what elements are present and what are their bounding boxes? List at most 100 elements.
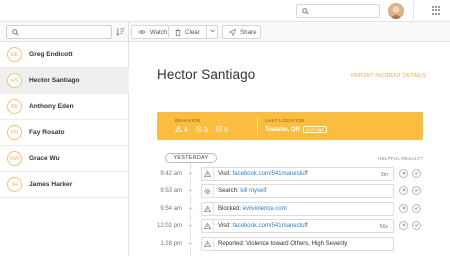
divider — [413, 0, 414, 22]
flag-icon — [216, 126, 222, 134]
apps-grid-icon[interactable] — [432, 6, 441, 15]
timeline-event: 1:28 pm + Reported: Violence toward Othe… — [130, 237, 450, 253]
not-helpful-button[interactable] — [399, 186, 408, 195]
avatar: FR — [7, 125, 22, 140]
flag-count: 9 — [216, 126, 228, 134]
block-count-value: 3 — [203, 126, 208, 134]
person-name: James Harker — [29, 181, 73, 188]
feedback-actions — [399, 186, 421, 195]
watch-button[interactable]: Watch — [131, 25, 169, 39]
close-icon — [401, 187, 406, 194]
page-title: Hector Santiago — [157, 67, 256, 82]
helpful-button[interactable] — [412, 169, 421, 178]
person-name: Grace Wu — [29, 155, 60, 162]
event-duration: 56s — [379, 223, 388, 230]
helpful-button[interactable] — [412, 221, 421, 230]
person-name: Fay Rosato — [29, 129, 65, 136]
top-bar — [0, 0, 450, 22]
avatar: HS — [7, 73, 22, 88]
event-type: Search: — [218, 188, 241, 194]
event-card[interactable]: Visit: facebook.com/541manestuff 3m — [201, 167, 394, 181]
event-link[interactable]: kill myself — [240, 188, 266, 194]
report-incident-link[interactable]: REPORT INCIDENT — [351, 73, 401, 79]
check-icon — [414, 222, 419, 229]
toolbar: Watch Clear Share — [0, 22, 450, 42]
not-helpful-button[interactable] — [399, 204, 408, 213]
feedback-actions — [399, 221, 421, 230]
helpful-button[interactable] — [412, 204, 421, 213]
warning-icon — [202, 203, 214, 215]
feedback-actions — [399, 169, 421, 178]
clear-dropdown-button[interactable] — [207, 25, 218, 39]
avatar: GE — [7, 47, 22, 62]
event-card[interactable]: Blocked: evilviolence.com — [201, 202, 394, 216]
divider — [128, 22, 129, 42]
person-name: Anthony Eden — [29, 103, 74, 110]
close-icon — [401, 170, 406, 177]
event-type: Visit: — [218, 171, 233, 177]
timeline-event: 9:53 am + Search: kill myself — [130, 184, 450, 200]
not-helpful-button[interactable] — [399, 221, 408, 230]
timeline-event: 9:54 am + Blocked: evilviolence.com — [130, 202, 450, 218]
expand-icon[interactable]: + — [186, 239, 195, 248]
event-time: 9:54 am — [160, 206, 182, 212]
person-list-item[interactable]: AE Anthony Eden — [0, 94, 129, 120]
not-helpful-button[interactable] — [399, 169, 408, 178]
clear-label: Clear — [185, 28, 200, 36]
event-time: 12:02 pm — [156, 223, 182, 229]
location-label: LAST LOCATION — [265, 118, 305, 123]
expand-icon[interactable]: + — [186, 186, 195, 195]
user-avatar[interactable] — [388, 3, 404, 19]
day-divider: YESTERDAY — [165, 153, 217, 163]
warning-icon — [202, 238, 214, 250]
global-search-input[interactable] — [296, 4, 380, 18]
helpful-result-label: HELPFUL RESULT? — [378, 156, 424, 161]
feedback-actions — [399, 204, 421, 213]
search-icon — [302, 8, 309, 17]
person-list-item[interactable]: JH James Harker — [0, 172, 129, 198]
close-icon — [401, 222, 406, 229]
event-card[interactable]: Reported: Violence toward Others, High S… — [201, 237, 394, 251]
person-list-item[interactable]: HS Hector Santiago — [0, 68, 129, 94]
share-button[interactable]: Share — [222, 25, 261, 39]
warning-count-value: 4 — [184, 126, 188, 134]
people-search-input[interactable] — [6, 25, 112, 39]
location-value: Tualatin, OR — [265, 126, 300, 133]
person-list-item[interactable]: FR Fay Rosato — [0, 120, 129, 146]
summary-banner: BEHAVIOR 4 3 9 LAST LOCATION Tualatin, O… — [157, 112, 423, 140]
person-detail-panel: Hector Santiago REPORT INCIDENT DETAILS … — [130, 42, 450, 256]
event-card[interactable]: Search: kill myself — [201, 184, 394, 198]
warning-icon — [174, 125, 183, 134]
share-label: Share — [240, 28, 257, 36]
person-list-item[interactable]: GE Greg Endicott — [0, 42, 129, 68]
event-type: Visit: — [218, 223, 233, 229]
event-link[interactable]: evilviolence.com — [243, 206, 287, 212]
expand-icon[interactable]: + — [186, 221, 195, 230]
warning-count: 4 — [174, 125, 188, 134]
check-icon — [414, 205, 419, 212]
event-time: 9:42 am — [160, 171, 182, 177]
gear-icon — [202, 185, 214, 197]
avatar: JH — [7, 177, 22, 192]
close-icon — [401, 205, 406, 212]
last-location: Tualatin, OR 21m ago — [265, 126, 327, 133]
event-link[interactable]: facebook.com/541manestuff — [233, 223, 308, 229]
warning-icon — [202, 168, 214, 180]
event-type: Blocked: — [218, 206, 243, 212]
block-icon — [196, 126, 202, 134]
event-duration: 3m — [380, 171, 388, 178]
event-link[interactable]: facebook.com/541manestuff — [233, 171, 308, 177]
event-card[interactable]: Visit: facebook.com/541manestuff 56s — [201, 219, 394, 233]
avatar: AE — [7, 99, 22, 114]
helpful-button[interactable] — [412, 186, 421, 195]
person-list-item[interactable]: GW Grace Wu — [0, 146, 129, 172]
check-icon — [414, 187, 419, 194]
expand-icon[interactable]: + — [186, 204, 195, 213]
event-text: Reported: Violence toward Others, High S… — [218, 241, 347, 247]
event-text: Visit: facebook.com/541manestuff — [218, 171, 308, 177]
details-link[interactable]: DETAILS — [403, 73, 426, 79]
clear-button[interactable]: Clear — [169, 25, 207, 39]
expand-icon[interactable]: + — [186, 169, 195, 178]
sort-icon[interactable] — [116, 27, 125, 36]
people-sidebar: GE Greg Endicott HS Hector Santiago AE A… — [0, 42, 129, 256]
